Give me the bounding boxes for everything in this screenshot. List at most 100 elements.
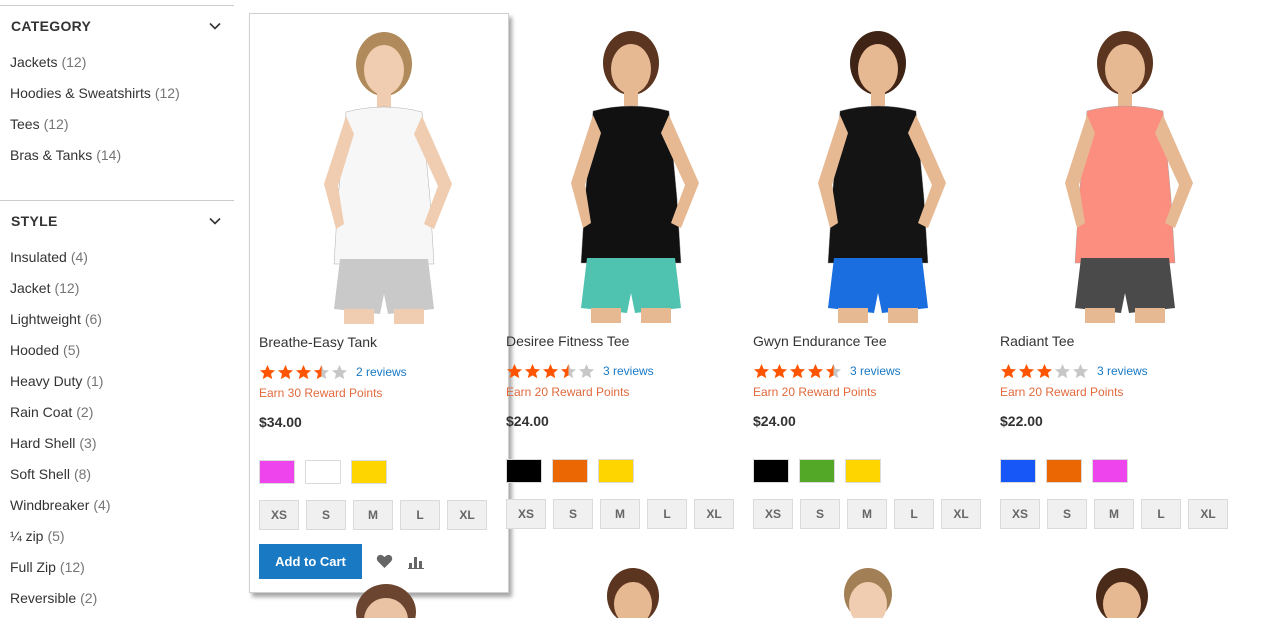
filter-option[interactable]: Reversible (2)	[10, 582, 234, 613]
size-option[interactable]: XS	[506, 499, 546, 529]
size-option[interactable]: L	[894, 499, 934, 529]
size-option[interactable]: XL	[447, 500, 487, 530]
filter-option-count: (12)	[61, 53, 87, 70]
star-icon	[1036, 363, 1053, 378]
rating-stars	[753, 363, 842, 380]
reviews-link[interactable]: 2 reviews	[356, 365, 407, 379]
size-option[interactable]: XS	[259, 500, 299, 530]
size-option[interactable]: L	[400, 500, 440, 530]
reviews-link[interactable]: 3 reviews	[850, 364, 901, 378]
filter-option[interactable]: Bras & Tanks (14)	[10, 139, 234, 170]
filter-option[interactable]: Insulated (4)	[10, 241, 234, 272]
size-option[interactable]: XL	[941, 499, 981, 529]
filter-option-label: ¼ zip	[10, 527, 44, 544]
filter-option-count: (3)	[79, 434, 97, 451]
size-option[interactable]: L	[1141, 499, 1181, 529]
filter-option-count: (4)	[93, 496, 111, 513]
star-icon	[331, 364, 348, 379]
size-option[interactable]: S	[800, 499, 840, 529]
color-swatch[interactable]	[845, 459, 881, 483]
filter-category-title: CATEGORY	[11, 18, 92, 34]
size-option[interactable]: XL	[1188, 499, 1228, 529]
color-swatch[interactable]	[552, 459, 588, 483]
filter-option[interactable]: Full Zip (12)	[10, 551, 234, 582]
filter-option-label: Heavy Duty	[10, 372, 83, 389]
color-swatch[interactable]	[351, 460, 387, 484]
size-option[interactable]: S	[553, 499, 593, 529]
color-swatch[interactable]	[305, 460, 341, 484]
color-swatch[interactable]	[598, 459, 634, 483]
filter-option-count: (5)	[63, 341, 81, 358]
color-swatch[interactable]	[799, 459, 835, 483]
color-swatch[interactable]	[1046, 459, 1082, 483]
product-image[interactable]	[753, 13, 1003, 323]
filter-option[interactable]: Heavy Duty (1)	[10, 365, 234, 396]
filter-option-label: Jacket	[10, 279, 51, 296]
product-price: $24.00	[753, 413, 796, 429]
filter-option[interactable]: Rain Coat (2)	[10, 396, 234, 427]
filter-option[interactable]: ¼ zip (5)	[10, 520, 234, 551]
filter-option[interactable]: Soft Shell (8)	[10, 458, 234, 489]
filter-style-header[interactable]: STYLE	[0, 201, 234, 241]
size-option[interactable]: XS	[1000, 499, 1040, 529]
product-photo-partial[interactable]	[1062, 560, 1182, 618]
size-option[interactable]: M	[353, 500, 393, 530]
filter-option-count: (12)	[54, 279, 80, 296]
filter-option[interactable]: Hard Shell (3)	[10, 427, 234, 458]
product-photo-partial[interactable]	[808, 560, 928, 618]
size-option[interactable]: L	[647, 499, 687, 529]
product-price: $22.00	[1000, 413, 1043, 429]
star-icon	[578, 363, 595, 378]
filter-option[interactable]: Jackets (12)	[10, 46, 234, 77]
product-name[interactable]: Desiree Fitness Tee	[506, 333, 756, 353]
filter-option[interactable]: Lightweight (6)	[10, 303, 234, 334]
product-name[interactable]: Breathe-Easy Tank	[259, 334, 508, 354]
product-image[interactable]	[259, 14, 509, 324]
product-card: Gwyn Endurance Tee 3 reviews Earn 20 Rew…	[753, 13, 1003, 529]
color-swatches	[506, 459, 756, 483]
filter-option-label: Soft Shell	[10, 465, 70, 482]
rating-stars	[259, 364, 348, 381]
size-option[interactable]: S	[1047, 499, 1087, 529]
color-swatch[interactable]	[259, 460, 295, 484]
chevron-down-icon	[209, 22, 221, 30]
filter-option[interactable]: Hoodies & Sweatshirts (12)	[10, 77, 234, 108]
chevron-down-icon	[209, 217, 221, 225]
color-swatch[interactable]	[1092, 459, 1128, 483]
model-photo	[607, 568, 659, 618]
filter-option[interactable]: Windbreaker (4)	[10, 489, 234, 520]
filter-option-count: (12)	[59, 558, 85, 575]
color-swatches	[753, 459, 1003, 483]
size-option[interactable]: S	[306, 500, 346, 530]
filter-option[interactable]: Tees (12)	[10, 108, 234, 139]
product-photo-partial[interactable]	[326, 560, 446, 618]
color-swatch[interactable]	[1000, 459, 1036, 483]
size-option[interactable]: M	[847, 499, 887, 529]
filter-option[interactable]: Hooded (5)	[10, 334, 234, 365]
filter-option[interactable]: Jacket (12)	[10, 272, 234, 303]
product-photo-partial[interactable]	[573, 560, 693, 618]
product-rating: 3 reviews	[506, 361, 756, 381]
filter-option-label: Rain Coat	[10, 403, 73, 420]
reviews-link[interactable]: 3 reviews	[1097, 364, 1148, 378]
filter-option-count: (12)	[154, 84, 180, 101]
size-option[interactable]: M	[1094, 499, 1134, 529]
filter-category-header[interactable]: CATEGORY	[0, 6, 234, 46]
model-photo	[818, 31, 946, 323]
product-image[interactable]	[1000, 13, 1250, 323]
star-icon	[560, 363, 577, 378]
product-rating: 3 reviews	[753, 361, 1003, 381]
filter-option-count: (6)	[84, 310, 102, 327]
size-options: XS S M L XL	[753, 499, 1003, 529]
color-swatch[interactable]	[753, 459, 789, 483]
size-option[interactable]: XS	[753, 499, 793, 529]
product-name[interactable]: Radiant Tee	[1000, 333, 1250, 353]
product-image[interactable]	[506, 13, 756, 323]
model-photo	[356, 584, 416, 618]
size-option[interactable]: M	[600, 499, 640, 529]
color-swatch[interactable]	[506, 459, 542, 483]
filter-sidebar: CATEGORY Jackets (12) Hoodies & Sweatshirt…	[0, 0, 234, 618]
size-option[interactable]: XL	[694, 499, 734, 529]
product-name[interactable]: Gwyn Endurance Tee	[753, 333, 1003, 353]
reviews-link[interactable]: 3 reviews	[603, 364, 654, 378]
